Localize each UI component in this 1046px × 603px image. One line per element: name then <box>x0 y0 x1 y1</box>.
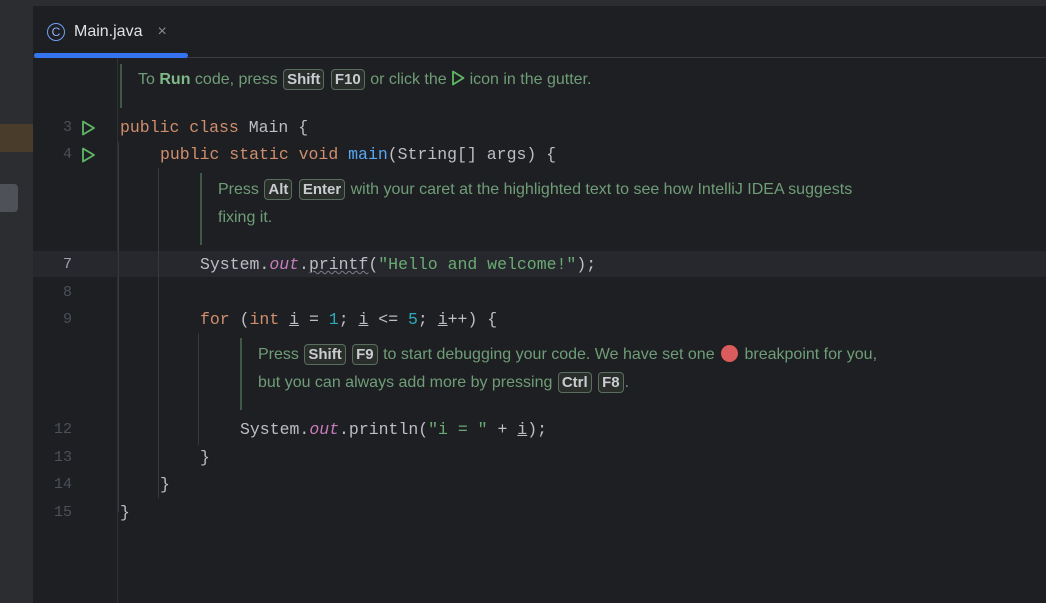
code-line-12: System.out.println("i = " + i); <box>240 420 548 439</box>
line-number: 8 <box>62 284 72 301</box>
run-gutter-icon[interactable] <box>80 147 96 163</box>
java-class-icon: C <box>47 22 65 41</box>
indent-guide <box>118 142 119 512</box>
run-icon <box>452 70 465 86</box>
line-number: 15 <box>53 504 72 521</box>
doc-comment-debug-hint: Press Shift F9 to start debugging your c… <box>258 344 878 393</box>
shortcut-key: Alt <box>264 179 293 200</box>
code-line-13: } <box>200 448 210 467</box>
line-number: 4 <box>62 146 72 163</box>
editor-tab-bar: C Main.java × <box>33 6 1046 58</box>
code-editor[interactable]: To Run code, press Shift F10 or click th… <box>33 58 1046 603</box>
doc-comment-border <box>120 64 122 108</box>
tool-window-button[interactable] <box>0 184 18 212</box>
line-number: 14 <box>53 476 72 493</box>
run-gutter-icon[interactable] <box>80 120 96 136</box>
line-number: 9 <box>62 311 72 328</box>
indent-guide <box>158 168 159 498</box>
code-line-15: } <box>120 503 130 522</box>
tab-label: Main.java <box>74 22 143 40</box>
line-number: 3 <box>62 119 72 136</box>
doc-comment-run-hint: To Run code, press Shift F10 or click th… <box>138 69 592 90</box>
tool-window-strip <box>0 6 33 603</box>
line-number: 7 <box>62 256 72 273</box>
shortcut-key: Shift <box>283 69 325 90</box>
doc-comment-border <box>200 173 202 245</box>
shortcut-key: F10 <box>330 69 365 90</box>
breakpoint-icon <box>721 345 739 362</box>
shortcut-key: Ctrl <box>557 372 592 393</box>
line-number: 12 <box>53 421 72 438</box>
shortcut-key: F9 <box>352 344 378 365</box>
tool-window-active-marker <box>0 124 33 152</box>
shortcut-key: F8 <box>598 372 624 393</box>
code-line-9: for (int i = 1; i <= 5; i++) { <box>200 310 498 329</box>
code-line-7: System.out.printf("Hello and welcome!"); <box>200 255 597 274</box>
code-line-3: public class Main { <box>120 118 309 137</box>
line-number: 13 <box>53 449 72 466</box>
close-icon[interactable]: × <box>157 23 166 41</box>
code-line-14: } <box>160 475 170 494</box>
doc-comment-fix-hint: Press Alt Enter with your caret at the h… <box>218 179 853 226</box>
shortcut-key: Enter <box>298 179 346 200</box>
indent-guide <box>198 333 199 445</box>
code-line-4: public static void main(String[] args) { <box>160 145 557 164</box>
tab-main-java[interactable]: C Main.java × <box>47 6 167 57</box>
shortcut-key: Shift <box>304 344 346 365</box>
doc-comment-border <box>240 338 242 410</box>
